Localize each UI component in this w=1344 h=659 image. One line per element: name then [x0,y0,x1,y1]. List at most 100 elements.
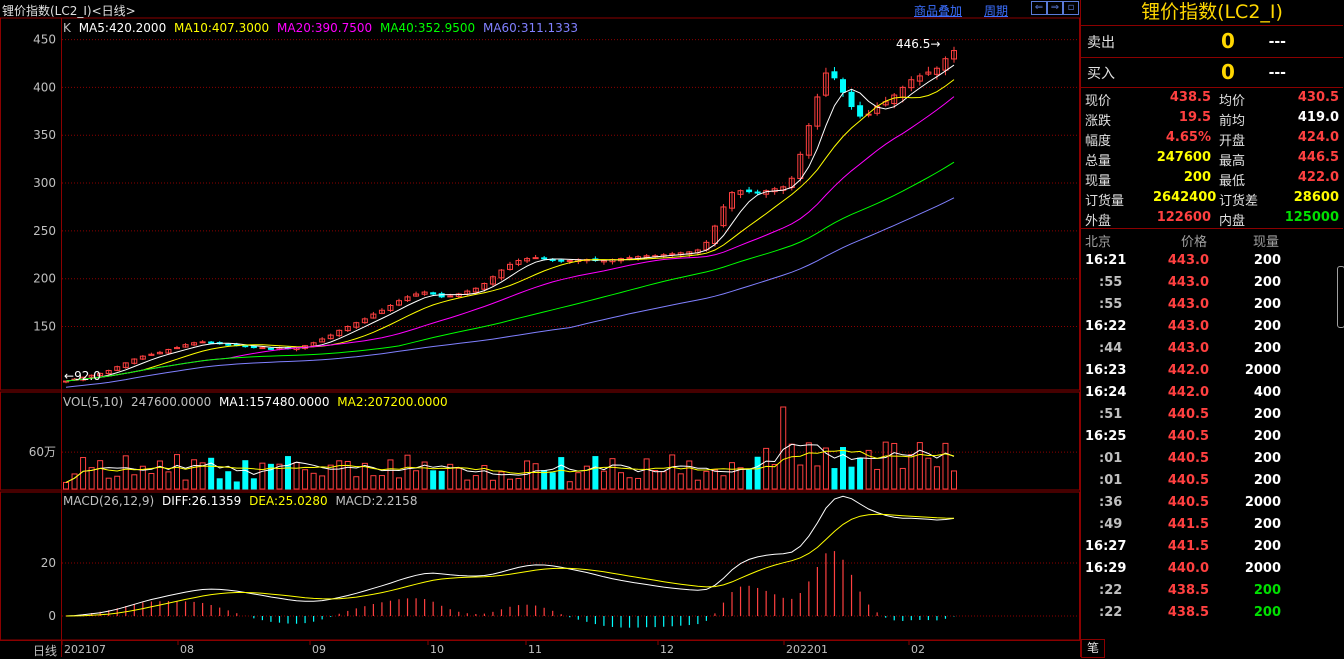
volume-bar [387,459,394,490]
x-tick-label: 10 [430,643,444,656]
vol-ma1-line [65,443,955,483]
vol-ma2-line [65,449,955,483]
tick-time: 16:27 [1085,539,1127,554]
candle [267,347,274,350]
y-tick-label: 150 [33,320,56,334]
volume-bar [609,458,616,490]
volume-bar [396,477,402,490]
candle [225,343,232,346]
quote-panel: 锂价指数(LC2_I) 卖出 --- 0 买入 --- 0 现价 438.5 均价 4… [1080,0,1344,658]
next-icon[interactable]: ⇒ [1047,1,1063,15]
sell-label: 卖出 [1087,35,1115,51]
kline-chart[interactable]: 15020025030035040045060万020202107 08 09 10 1… [0,0,1080,657]
candle [532,257,539,260]
macd-value: MACD:2.2158 [335,494,418,508]
tick-volume: 200 [1253,407,1281,422]
period-link[interactable]: 周期 [984,2,1008,19]
tick-volume: 200 [1253,253,1281,268]
tick-price: 440.5 [1167,407,1209,422]
volume-bar [182,479,189,490]
kline-label: K [63,21,71,35]
volume-bar [319,475,326,490]
volume-bar [216,478,223,490]
quote-value: 419.0 [1297,110,1339,125]
candle [558,259,565,262]
volume-bar [618,472,624,490]
tick-volume: 200 [1253,297,1281,312]
quote-label: 开盘 [1219,134,1246,149]
tick-price: 438.5 [1167,583,1209,598]
overlay-commodity-link[interactable]: 商品叠加 [914,2,962,19]
ma20-value: MA20:390.7500 [277,21,373,35]
volume-bar [430,470,437,490]
tick-price: 441.5 [1167,539,1209,554]
volume-bar [455,467,462,490]
tick-volume: 2000 [1244,363,1281,378]
candle [848,91,855,108]
volume-bar [677,473,684,490]
volume-bar [771,464,778,490]
ma40-line [65,161,955,382]
scrollbar-thumb[interactable] [1337,266,1344,328]
ma5-line [65,64,955,382]
restore-icon[interactable]: ▫ [1063,1,1079,15]
tick-time: :49 [1099,517,1123,532]
y-tick-label: 200 [33,272,56,286]
macd-tick-label: 20 [41,556,56,570]
buy-price: --- [1268,65,1286,81]
candle [447,295,454,298]
vol-tick-label: 60万 [29,445,56,459]
col-time-header: 北京 [1085,235,1112,250]
x-tick-label: 12 [660,643,674,656]
quote-value: 430.5 [1297,90,1339,105]
volume-bar [122,455,129,490]
macd-tick-label: 0 [48,609,56,623]
quote-value: 125000 [1284,210,1339,225]
quote-value: 446.5 [1297,150,1339,165]
volume-bar [643,458,650,490]
volume-bar [686,460,693,490]
quote-label: 现量 [1085,174,1112,189]
volume-bar [438,470,445,490]
quote-value: 424.0 [1297,130,1339,145]
quote-label: 订货差 [1219,194,1259,209]
tick-time: 16:21 [1085,253,1127,268]
volume-bar [353,476,360,490]
volume-bar [669,454,676,490]
vol-label: VOL(5,10) [63,395,124,409]
volume-bar [891,442,898,490]
ma60-value: MA60:311.1333 [482,21,579,35]
candle [208,341,215,344]
volume-bar [242,460,249,490]
y-tick-label: 350 [33,128,56,142]
volume-bar [729,462,735,490]
tick-volume: 200 [1253,341,1281,356]
prev-icon[interactable]: ⇐ [1031,1,1047,15]
candle [831,71,838,79]
volume-bar [840,447,846,490]
x-tick-label: 202107 [64,643,106,656]
tick-time: :51 [1099,407,1123,422]
tick-time: 16:22 [1085,319,1127,334]
volume-bar [541,470,548,490]
volume-bar [652,469,659,490]
tab-ticks[interactable]: 笔 [1081,639,1105,658]
volume-bar [763,447,770,490]
volume-bar [302,469,309,490]
volume-bar [105,477,112,490]
volume-bar [848,466,855,490]
volume-bar [515,478,522,490]
volume-bar [489,479,496,490]
chart-panel[interactable]: 150 200 250 300 350 400 450 60万 0 20 202107 08 09 10 1… [0,0,1080,658]
quote-value: 247600 [1156,150,1211,165]
volume-bar [549,472,556,490]
high-annotation: 446.5→ [896,37,941,51]
volume-bar [575,472,582,490]
col-volume-header: 现量 [1253,235,1280,250]
tick-time: :55 [1099,297,1123,312]
candle [242,345,249,348]
chart-title: 锂价指数(LC2_I)<日线> [2,4,136,18]
buy-label: 买入 [1087,66,1115,82]
ma60-line [65,197,955,388]
quote-value: 4.65% [1165,130,1211,145]
